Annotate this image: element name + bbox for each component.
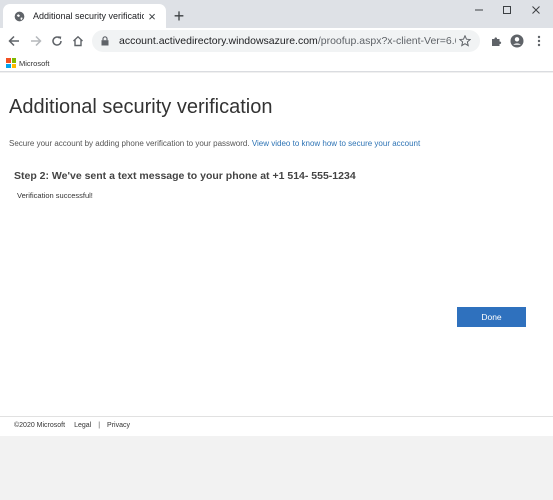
page-title: Additional security verification <box>9 96 273 118</box>
browser-toolbar: account.activedirectory.windowsazure.com… <box>0 28 553 54</box>
page-content: Additional security verification Secure … <box>0 73 553 416</box>
url-text: account.activedirectory.windowsazure.com… <box>119 35 456 47</box>
empty-background-area <box>0 436 553 500</box>
microsoft-logo: Microsoft <box>6 58 49 68</box>
address-bar[interactable]: account.activedirectory.windowsazure.com… <box>92 30 480 52</box>
url-path: /proofup.aspx?x-client-Ver=6.6.0.0&x... <box>317 35 456 47</box>
close-icon[interactable]: × <box>144 8 160 24</box>
microsoft-logo-icon <box>6 58 16 68</box>
browser-tab[interactable]: Additional security verification × <box>3 4 166 28</box>
globe-icon <box>13 10 25 22</box>
microsoft-brand-text: Microsoft <box>19 58 50 68</box>
minimize-icon[interactable] <box>464 0 494 20</box>
back-arrow-icon[interactable] <box>4 31 24 51</box>
intro-text: Secure your account by adding phone veri… <box>9 139 250 148</box>
verification-status: Verification successful! <box>17 191 93 200</box>
microsoft-header: Microsoft <box>0 54 553 72</box>
step-heading: Step 2: We've sent a text message to you… <box>14 170 356 182</box>
browser-titlebar: Additional security verification × + <box>0 0 553 28</box>
done-button[interactable]: Done <box>457 307 526 327</box>
lock-icon[interactable] <box>100 36 110 46</box>
forward-arrow-icon[interactable] <box>26 31 46 51</box>
window-close-icon[interactable] <box>521 0 551 20</box>
tab-title: Additional security verification <box>33 11 144 21</box>
home-icon[interactable] <box>68 31 88 51</box>
bookmark-star-icon[interactable] <box>456 35 474 47</box>
video-link[interactable]: View video to know how to secure your ac… <box>252 139 420 148</box>
extensions-puzzle-icon[interactable] <box>486 31 506 51</box>
page-footer: ©2020 Microsoft Legal | Privacy <box>0 416 553 436</box>
new-tab-plus-icon[interactable]: + <box>170 7 188 25</box>
intro-paragraph: Secure your account by adding phone veri… <box>9 139 420 148</box>
more-menu-icon[interactable] <box>529 31 549 51</box>
footer-separator: | <box>98 422 101 429</box>
legal-link[interactable]: Legal <box>74 422 91 429</box>
url-host: account.activedirectory.windowsazure.com <box>119 35 318 47</box>
privacy-link[interactable]: Privacy <box>107 422 130 429</box>
reload-icon[interactable] <box>47 31 67 51</box>
copyright-text: ©2020 Microsoft <box>14 422 66 429</box>
profile-avatar-icon[interactable] <box>507 31 527 51</box>
maximize-icon[interactable] <box>492 0 522 20</box>
